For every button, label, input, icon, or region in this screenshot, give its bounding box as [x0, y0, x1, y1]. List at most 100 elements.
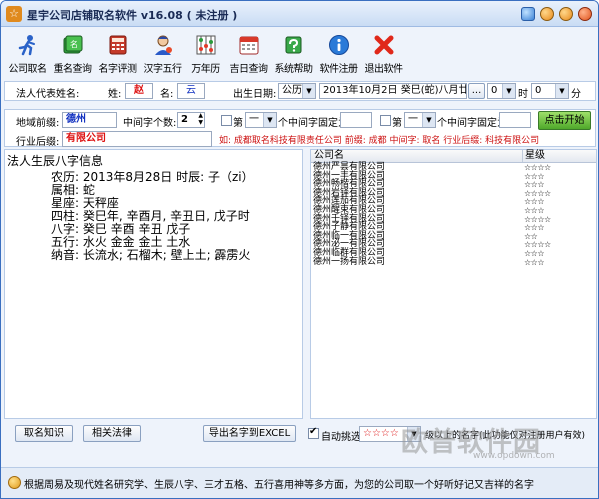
chevron-down-icon: ▼	[555, 84, 568, 98]
start-button[interactable]: 点击开始	[538, 111, 591, 130]
info-icon	[327, 33, 351, 57]
exit-x-icon	[372, 33, 396, 57]
person-icon	[151, 33, 175, 57]
auto-filter-label: 自动挑选	[321, 432, 361, 443]
toolbar-label: 万年历	[191, 64, 220, 75]
spinner-icon[interactable]: ▲ ▼	[198, 113, 203, 126]
runner-icon	[16, 33, 40, 57]
date-picker-button[interactable]: ...	[468, 83, 485, 99]
toolbar-calendar-button[interactable]: 万年历	[185, 33, 226, 77]
surname-input[interactable]: 赵	[125, 83, 153, 99]
naming-example-text: 如: 成都取名科技有限责任公司 前缀: 成都 中间字: 取名 行业后缀: 科技有…	[219, 136, 540, 146]
toolbar-exit-button[interactable]: 退出软件	[361, 33, 406, 77]
bazi-nayin: 纳音: 长流水; 石榴木; 壁上土; 霹雳火	[51, 248, 251, 262]
close-button[interactable]	[578, 7, 592, 21]
naming-knowledge-button[interactable]: 取名知识	[15, 425, 73, 442]
chevron-down-icon: ▼	[502, 84, 515, 98]
calendar-type-select[interactable]: 公历 ▼	[278, 83, 316, 99]
star-rating: ☆☆☆	[524, 257, 545, 267]
app-window: ☆ 星宇公司店铺取名软件 v16.08 ( 未注册 ) 公司取名 名 重名查询	[0, 0, 599, 499]
suffix-input[interactable]: 有限公司	[62, 131, 212, 147]
prefix-input[interactable]: 德州	[62, 112, 117, 128]
given-name-input[interactable]: 云	[177, 83, 205, 99]
toolbar-label: 公司取名	[8, 64, 48, 75]
fixed-char-1-checkbox[interactable]	[221, 115, 232, 126]
toolbar-lucky-day-button[interactable]: 吉日查询	[226, 33, 271, 77]
company-name: 德州一扬有限公司	[313, 256, 386, 267]
fixed-char-2-position: 一	[408, 114, 418, 125]
auto-filter-checkbox[interactable]	[308, 426, 319, 439]
fixed-char-1-position-select[interactable]: 一 ▼	[245, 112, 277, 128]
toolbar-label: 退出软件	[364, 64, 404, 75]
fixed-char-1-position: 一	[249, 114, 259, 125]
column-header-company-name[interactable]: 公司名	[314, 150, 344, 162]
toolbar-register-button[interactable]: 软件注册	[316, 33, 361, 77]
related-laws-button[interactable]: 相关法律	[83, 425, 141, 442]
mid-count-input[interactable]: 2 ▲ ▼	[177, 112, 205, 128]
bazi-details: 农历: 2013年8月28日 时辰: 子（zi） 属相: 蛇 星座: 天秤座 四…	[51, 171, 254, 262]
hour-select[interactable]: 0 ▼	[487, 83, 516, 99]
given-name-label: 名:	[160, 89, 174, 100]
hour-value: 0	[491, 85, 498, 96]
column-header-rating[interactable]: 星级	[522, 150, 545, 162]
chevron-down-icon: ▼	[263, 113, 276, 127]
toolbar-label: 名字评测	[98, 64, 138, 75]
fixed-char-1-input[interactable]	[340, 112, 372, 128]
hour-unit-label: 时	[518, 89, 528, 100]
fixed-char-1-suffix: 个中间字固定为	[278, 118, 348, 129]
minimize-button[interactable]	[559, 7, 573, 21]
title-bar[interactable]: ☆ 星宇公司店铺取名软件 v16.08 ( 未注册 )	[1, 1, 598, 27]
minute-value: 0	[535, 85, 542, 96]
list-item[interactable]: 德州一扬有限公司 ☆☆☆	[311, 256, 596, 267]
calculator-icon	[106, 33, 130, 57]
toolbar-help-button[interactable]: 系统帮助	[271, 33, 316, 77]
toolbar-name-eval-button[interactable]: 名字评测	[95, 33, 140, 77]
toolbar-label: 汉字五行	[143, 64, 183, 75]
birth-date-input[interactable]: 2013年10月2日 癸巳(蛇)八月廿八	[319, 83, 467, 99]
status-text: 根据周易及现代姓名研究学、生辰八字、三才五格、五行喜用神等多方面，为您的公司取一…	[24, 480, 534, 491]
toolbar-company-naming-button[interactable]: 公司取名	[5, 33, 50, 77]
window-controls	[521, 7, 592, 21]
menu-button[interactable]	[540, 7, 554, 21]
mid-count-value: 2	[181, 114, 188, 125]
toolbar-hanzi-wuxing-button[interactable]: 汉字五行	[140, 33, 185, 77]
minute-select[interactable]: 0 ▼	[531, 83, 569, 99]
fixed-char-2-position-select[interactable]: 一 ▼	[404, 112, 436, 128]
toolbar-duplicate-check-button[interactable]: 名 重名查询	[50, 33, 95, 77]
abacus-icon	[194, 33, 218, 57]
svg-text:名: 名	[70, 39, 78, 49]
name-options-panel: 地域前缀: 德州 中间字个数: 2 ▲ ▼ 第 一 ▼ 个中间字固定为 第 一 ▼ 个…	[4, 109, 596, 148]
results-rows: 德州严昙有限公司 ☆☆☆☆ 德州一丰有限公司 ☆☆☆ 德州畅楷有限公司 ☆☆☆ 德州岩…	[311, 163, 596, 267]
toolbar-label: 吉日查询	[229, 64, 269, 75]
toolbar-label: 系统帮助	[274, 64, 314, 75]
fixed-char-2-suffix: 个中间字固定为	[437, 118, 507, 129]
legal-rep-row: 法人代表姓名: 姓: 赵 名: 云 出生日期: 公历 ▼ 2013年10月2日 癸…	[4, 81, 596, 101]
mid-count-label: 中间字个数:	[123, 118, 177, 129]
results-list[interactable]: 公司名 星级 德州严昙有限公司 ☆☆☆☆ 德州一丰有限公司 ☆☆☆ 德州畅楷有限公司…	[310, 149, 597, 419]
chevron-down-icon: ▼	[422, 113, 435, 127]
birth-date-label: 出生日期:	[233, 89, 277, 100]
fixed-char-2-input[interactable]	[499, 112, 531, 128]
fixed-char-2-checkbox[interactable]	[380, 115, 391, 126]
surname-label: 姓:	[108, 89, 122, 100]
app-logo-icon: ☆	[6, 6, 22, 22]
skin-icon[interactable]	[521, 7, 535, 21]
calendar-icon	[237, 33, 261, 57]
bazi-title: 法人生辰八字信息	[7, 154, 104, 168]
watermark-url: www.opdown.com	[473, 451, 555, 461]
export-excel-button[interactable]: 导出名字到EXCEL	[203, 425, 296, 442]
green-book-icon: 名	[61, 33, 85, 57]
toolbar: 公司取名 名 重名查询 名字评测 汉字五行 万年历 吉日查询 系统帮助 软件注册…	[5, 33, 406, 77]
smiley-icon	[8, 476, 21, 489]
calendar-type-value: 公历	[282, 85, 302, 96]
fixed-char-2-prefix: 第	[392, 118, 402, 129]
help-book-icon	[282, 33, 306, 57]
prefix-label: 地域前缀:	[16, 118, 60, 129]
window-title: 星宇公司店铺取名软件 v16.08 ( 未注册 )	[27, 9, 238, 22]
toolbar-label: 重名查询	[53, 64, 93, 75]
bazi-info-panel: 法人生辰八字信息 农历: 2013年8月28日 时辰: 子（zi） 属相: 蛇 …	[4, 149, 303, 419]
chevron-down-icon: ▼	[302, 84, 315, 98]
fixed-char-1-prefix: 第	[233, 118, 243, 129]
status-bar: 根据周易及现代姓名研究学、生辰八字、三才五格、五行喜用神等多方面，为您的公司取一…	[1, 467, 598, 498]
legal-rep-label: 法人代表姓名:	[16, 89, 80, 100]
